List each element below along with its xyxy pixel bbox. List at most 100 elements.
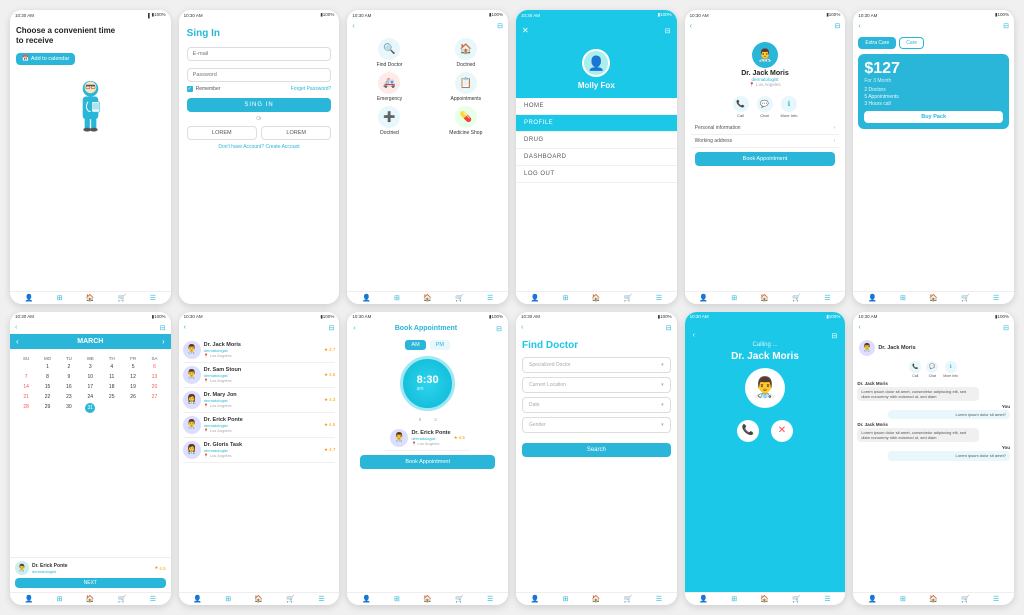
cart-icon-4[interactable]: 🛒 xyxy=(624,294,633,302)
menu-icon-10[interactable]: ☰ xyxy=(656,595,662,603)
create-account-link[interactable]: Create Account xyxy=(265,144,299,150)
filter-icon-7[interactable]: ⊟ xyxy=(160,324,166,332)
appointments-item[interactable]: 📋 Appointments xyxy=(430,72,502,102)
home-icon-8[interactable]: 🏠 xyxy=(254,595,263,603)
clock-face[interactable]: 8:30 am xyxy=(400,356,455,411)
cal-day[interactable]: 7 xyxy=(16,373,36,382)
menu-icon-4[interactable]: ☰ xyxy=(656,294,662,302)
cal-day[interactable]: 20 xyxy=(144,383,164,392)
person-icon-11[interactable]: 👤 xyxy=(699,595,708,603)
home-icon-6[interactable]: 🏠 xyxy=(929,294,938,302)
home-icon-4[interactable]: 🏠 xyxy=(592,294,601,302)
home-icon[interactable]: 🏠 xyxy=(86,294,95,302)
grid-icon-5[interactable]: ⊞ xyxy=(731,294,737,302)
home-icon-5[interactable]: 🏠 xyxy=(760,294,769,302)
pm-button[interactable]: PM xyxy=(430,340,450,350)
person-icon[interactable]: 👤 xyxy=(25,294,34,302)
cal-day[interactable]: 5 xyxy=(123,363,143,372)
menu-icon-7[interactable]: ☰ xyxy=(150,595,156,603)
filter-icon-4[interactable]: ⊟ xyxy=(665,27,671,35)
doctor-list-item[interactable]: 👨‍⚕️ Dr. Erick Ponte dermatologist 📍 Los… xyxy=(183,413,336,438)
grid-icon[interactable]: ⊞ xyxy=(57,294,63,302)
prev-month[interactable]: ‹ xyxy=(16,337,19,346)
menu-dashboard[interactable]: DASHBOARD xyxy=(516,149,677,166)
filter-icon[interactable]: ⊟ xyxy=(497,22,503,30)
back-arrow-6[interactable]: ‹ xyxy=(858,23,860,30)
menu-icon-5[interactable]: ☰ xyxy=(824,294,830,302)
grid-icon-11[interactable]: ⊞ xyxy=(731,595,737,603)
cal-day[interactable]: 16 xyxy=(59,383,79,392)
cal-day[interactable]: 24 xyxy=(80,393,100,402)
buy-pack-button[interactable]: Buy Pack xyxy=(864,111,1003,123)
person-icon-4[interactable]: 👤 xyxy=(531,294,540,302)
cal-day[interactable]: 25 xyxy=(102,393,122,402)
menu-icon-9[interactable]: ☰ xyxy=(487,595,493,603)
doctor-list-item[interactable]: 👩‍⚕️ Dr. Mary Jon dermatologist 📍 Los An… xyxy=(183,388,336,413)
signin-button[interactable]: SING IN xyxy=(187,98,332,112)
grid-icon-9[interactable]: ⊞ xyxy=(394,595,400,603)
menu-icon-3[interactable]: ☰ xyxy=(487,294,493,302)
doctor-list-item[interactable]: 👨‍⚕️ Dr. Jack Moris dermatologist 📍 Los … xyxy=(183,338,336,363)
grid-icon-7[interactable]: ⊞ xyxy=(57,595,63,603)
remember-checkbox[interactable]: ✓ xyxy=(187,86,193,92)
cal-day[interactable]: 4 xyxy=(102,363,122,372)
cal-day[interactable]: 28 xyxy=(16,403,36,413)
extra-care-tab[interactable]: Extra Care xyxy=(858,37,896,49)
chat-info-action[interactable]: ℹ More Info xyxy=(943,361,958,378)
person-icon-3[interactable]: 👤 xyxy=(362,294,371,302)
close-icon[interactable]: ✕ xyxy=(522,26,529,35)
grid-icon-10[interactable]: ⊞ xyxy=(563,595,569,603)
find-doctor-item[interactable]: 🔍 Find Doctor xyxy=(353,38,425,68)
filter-icon-12[interactable]: ⊟ xyxy=(1003,324,1009,332)
cart-icon-5[interactable]: 🛒 xyxy=(792,294,801,302)
cal-day[interactable]: 2 xyxy=(59,363,79,372)
lorem-button-2[interactable]: LOREM xyxy=(261,126,331,140)
forgot-password-link[interactable]: Forget Password? xyxy=(291,86,332,92)
working-address-row[interactable]: Working address › xyxy=(691,135,840,148)
home-icon-9[interactable]: 🏠 xyxy=(423,595,432,603)
person-icon-9[interactable]: 👤 xyxy=(362,595,371,603)
back-arrow-9[interactable]: ‹ xyxy=(353,325,355,332)
next-month[interactable]: › xyxy=(162,337,165,346)
cal-day[interactable]: 13 xyxy=(144,373,164,382)
end-call-button[interactable]: ✕ xyxy=(771,420,793,442)
cal-day[interactable]: 21 xyxy=(16,393,36,402)
filter-icon-5[interactable]: ⊟ xyxy=(834,22,840,30)
cal-day[interactable]: 10 xyxy=(80,373,100,382)
menu-icon-6[interactable]: ☰ xyxy=(993,294,999,302)
cart-icon-3[interactable]: 🛒 xyxy=(455,294,464,302)
menu-logout[interactable]: LOG OUT xyxy=(516,166,677,183)
cal-day[interactable]: 17 xyxy=(80,383,100,392)
care-tab[interactable]: Care xyxy=(899,37,924,49)
cal-day[interactable]: 8 xyxy=(37,373,57,382)
chat-chat-action[interactable]: 💬 Chat xyxy=(926,361,938,378)
cal-day[interactable]: 18 xyxy=(102,383,122,392)
back-arrow-10[interactable]: ‹ xyxy=(521,324,523,331)
person-icon-5[interactable]: 👤 xyxy=(699,294,708,302)
cal-day[interactable]: 30 xyxy=(59,403,79,413)
menu-icon-8[interactable]: ☰ xyxy=(318,595,324,603)
person-icon-7[interactable]: 👤 xyxy=(25,595,34,603)
person-icon-10[interactable]: 👤 xyxy=(531,595,540,603)
menu-profile[interactable]: PROFILE xyxy=(516,115,677,132)
filter-icon-9[interactable]: ⊟ xyxy=(496,325,502,333)
location-select[interactable]: Current Location ▾ xyxy=(522,377,671,393)
add-to-calendar-button[interactable]: 📅 Add to calendar xyxy=(16,53,75,65)
cal-day[interactable]: 22 xyxy=(37,393,57,402)
email-input[interactable] xyxy=(187,47,332,61)
cal-day[interactable]: 27 xyxy=(144,393,164,402)
book-appointment-btn[interactable]: Book Appointment xyxy=(360,455,495,469)
filter-icon-11[interactable]: ⊟ xyxy=(831,332,837,340)
cart-icon-8[interactable]: 🛒 xyxy=(286,595,295,603)
filter-icon-10[interactable]: ⊟ xyxy=(666,324,672,332)
call-action[interactable]: 📞 Call xyxy=(733,96,749,118)
menu-icon-12[interactable]: ☰ xyxy=(993,595,999,603)
cal-day[interactable]: 11 xyxy=(102,373,122,382)
back-arrow-11[interactable]: ‹ xyxy=(693,332,695,339)
search-button[interactable]: Search xyxy=(522,443,671,457)
book-appointment-button[interactable]: Book Appointment xyxy=(695,152,836,166)
menu-icon[interactable]: ☰ xyxy=(150,294,156,302)
cal-day[interactable]: 19 xyxy=(123,383,143,392)
cal-day[interactable]: 6 xyxy=(144,363,164,372)
home-icon-10[interactable]: 🏠 xyxy=(592,595,601,603)
